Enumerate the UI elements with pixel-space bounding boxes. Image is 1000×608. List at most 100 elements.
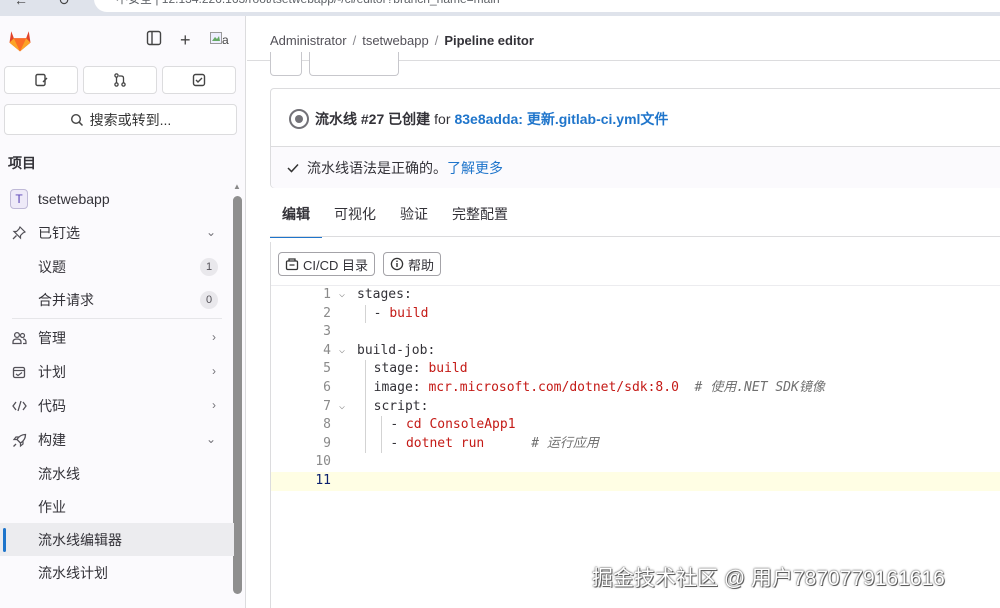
code-line[interactable]: 1 ⌵ stages: [271, 286, 1000, 305]
line-number: 6 [323, 379, 331, 395]
fold-chevron-icon[interactable]: ⌵ [339, 398, 345, 417]
code-text: stage: build [357, 360, 468, 379]
line-number: 10 [315, 454, 331, 470]
pinned-label: 已钉选 [38, 225, 80, 241]
help-button[interactable]: 帮助 [383, 252, 442, 276]
code-line[interactable]: 7 ⌵ script: [271, 397, 1000, 417]
avatar[interactable]: a [210, 30, 229, 50]
code-lines[interactable]: 1 ⌵ stages: 2 - build 3 4 ⌵ build-job: 5 stage: … [271, 286, 1000, 491]
line-number: 5 [323, 361, 331, 377]
code-line[interactable]: 3 [271, 323, 1000, 342]
sidebar-item-pipeline-editor[interactable]: 流水线编辑器 [0, 523, 234, 556]
scroll-up-icon[interactable]: ▲ [233, 182, 241, 191]
code-text: - cd ConsoleApp1 [357, 416, 516, 435]
help-label: 帮助 [408, 257, 435, 273]
tab-full-config[interactable]: 完整配置 [440, 196, 520, 238]
file-tree-toggle-button[interactable] [270, 52, 302, 76]
code-line[interactable]: 10 [271, 453, 1000, 472]
breadcrumb-link[interactable]: tsetwebapp [362, 33, 429, 48]
code-line[interactable]: 6 image: mcr.microsoft.com/dotnet/sdk:8.… [271, 378, 1000, 398]
rocket-icon [10, 433, 28, 448]
sidebar-item-code[interactable]: 代码 › [0, 389, 234, 423]
fold-chevron-icon[interactable]: ⌵ [339, 286, 345, 305]
line-number: 9 [323, 435, 331, 451]
fold-chevron-icon[interactable]: ⌵ [339, 342, 345, 361]
line-number: 8 [323, 417, 331, 433]
breadcrumb: Administrator / tsetwebapp / Pipeline editor [270, 33, 534, 48]
sidebar-item-merge-requests[interactable]: 合并请求 0 [0, 283, 234, 316]
yaml-value: mcr.microsoft.com/dotnet/sdk:8.0 [428, 379, 679, 395]
pipeline-status-card: 流水线 #27 已创建 for 83e8adda: 更新.gitlab-ci.y… [270, 88, 1000, 188]
code-line[interactable]: 5 stage: build [271, 360, 1000, 379]
todo-list-button[interactable] [162, 66, 236, 94]
count-badge: 1 [200, 258, 218, 276]
code-text: image: mcr.microsoft.com/dotnet/sdk:8.0 … [357, 378, 825, 398]
back-icon[interactable]: ← [14, 0, 28, 8]
assigned-issues-button[interactable] [4, 66, 78, 94]
sidebar-item-plan[interactable]: 计划 › [0, 355, 234, 389]
reload-icon[interactable]: ↻ [58, 0, 70, 9]
learn-more-link[interactable]: 了解更多 [447, 158, 503, 178]
chevron-down-icon: ⌄ [205, 432, 216, 446]
sidebar-item-build[interactable]: 构建 ⌄ [0, 423, 234, 457]
sidebar-item-manage[interactable]: 管理 › [0, 321, 234, 355]
tab-validate[interactable]: 验证 [388, 196, 440, 238]
line-number: 4 [323, 342, 331, 358]
code-text: script: [357, 397, 429, 417]
line-number: 1 [323, 287, 331, 302]
code-line[interactable]: 2 - build [271, 304, 1000, 324]
sidebar-item-label: 代码 [38, 398, 66, 414]
catalog-icon [285, 258, 299, 271]
watermark-text: 掘金技术社区 @ 用户7870779161616 [592, 567, 945, 590]
issues-icon [35, 73, 48, 87]
branch-selector[interactable] [309, 52, 399, 76]
chevron-down-icon: ⌄ [205, 225, 216, 239]
main-content: Administrator / tsetwebapp / Pipeline editor… [247, 16, 1000, 608]
sidebar-item-label: 作业 [38, 498, 66, 515]
section-title: 项目 [8, 155, 36, 171]
sidebar-item-pipeline-schedules[interactable]: 流水线计划 [0, 556, 234, 589]
tab-visualize[interactable]: 可视化 [322, 196, 388, 238]
line-number: 2 [323, 305, 331, 321]
yaml-key: - [373, 305, 390, 321]
code-line[interactable]: 11 [271, 471, 1000, 491]
yaml-key: build-job: [357, 342, 436, 358]
sidebar-divider [12, 318, 222, 319]
code-line[interactable]: 9 - dotnet run # 运行应用 [271, 434, 1000, 454]
code-text: stages: [357, 286, 412, 305]
sidebar-item-issues[interactable]: 议题 1 [0, 250, 234, 283]
sidebar-toggle-icon[interactable] [146, 30, 162, 50]
breadcrumb-link[interactable]: Administrator [270, 33, 347, 48]
sidebar-item-jobs[interactable]: 作业 [0, 490, 234, 523]
yaml-key: image: [373, 379, 429, 395]
sidebar-item-project[interactable]: T tsetwebapp [0, 182, 234, 216]
sidebar-scrollbar[interactable] [233, 196, 242, 594]
yaml-key: script: [373, 398, 429, 414]
for-text: for [434, 111, 451, 127]
editor-tabs: 编辑 可视化 验证 完整配置 [270, 196, 520, 238]
browser-toolbar: ← ↻ 不安全 | 12.134.226.163/root/tsetwebapp… [0, 0, 1000, 16]
search-button[interactable]: 搜索或转到... [4, 104, 237, 135]
merge-requests-button[interactable] [83, 66, 157, 94]
new-item-icon[interactable]: + [180, 30, 191, 50]
code-text: build-job: [357, 342, 435, 361]
address-bar[interactable]: 不安全 | 12.134.226.163/root/tsetwebapp/-/c… [94, 0, 1000, 12]
ci-catalog-button[interactable]: CI/CD 目录 [278, 252, 376, 276]
sidebar-item-pipelines[interactable]: 流水线 [0, 457, 234, 490]
yaml-value: build [389, 305, 429, 321]
check-icon [287, 160, 299, 176]
code-text: - dotnet run # 运行应用 [357, 434, 599, 454]
sidebar-item-label: 议题 [38, 258, 66, 275]
gitlab-logo-icon[interactable] [6, 26, 34, 54]
yaml-value: cd ConsoleApp1 [405, 417, 516, 433]
tab-edit[interactable]: 编辑 [270, 196, 322, 238]
yaml-comment: # 使用.NET SDK镜像 [678, 379, 825, 395]
commit-link[interactable]: 83e8adda: 更新.gitlab-ci.yml文件 [454, 109, 668, 129]
code-line[interactable]: 4 ⌵ build-job: [271, 342, 1000, 361]
code-line[interactable]: 8 - cd ConsoleApp1 [271, 416, 1000, 435]
sidebar-item-label: 流水线编辑器 [38, 531, 122, 548]
calendar-icon [10, 365, 28, 379]
pipeline-status-text[interactable]: 流水线 #27 已创建 [315, 109, 430, 129]
code-editor[interactable]: CI/CD 目录 帮助 1 ⌵ stages: 2 - build 3 4 ⌵ build-j… [270, 242, 1000, 608]
sidebar-item-pinned[interactable]: 已钉选 ⌄ [0, 216, 234, 250]
